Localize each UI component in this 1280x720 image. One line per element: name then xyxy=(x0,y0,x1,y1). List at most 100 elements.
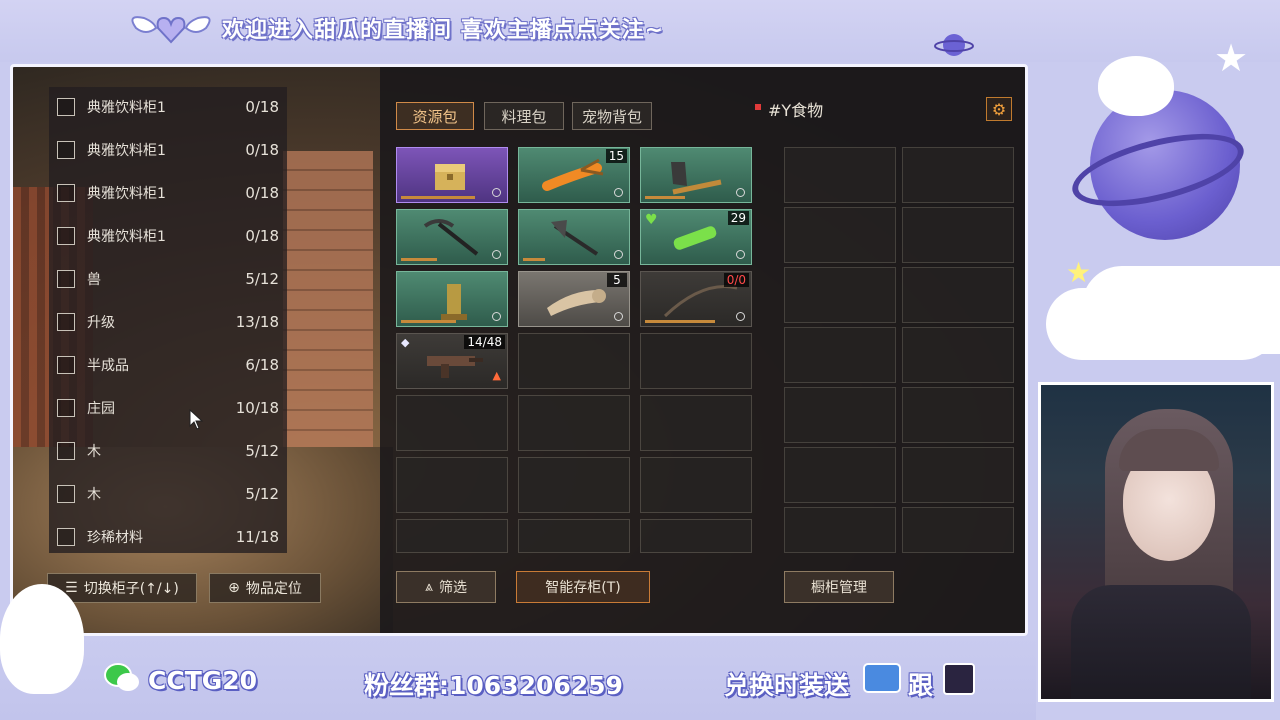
storage-slot[interactable] xyxy=(784,207,896,263)
empty-slot[interactable] xyxy=(518,519,630,553)
webcam-bangs xyxy=(1119,429,1219,471)
empty-slot[interactable] xyxy=(396,457,508,513)
storage-slot[interactable] xyxy=(784,147,896,203)
storage-row[interactable]: 典雅饮料柜1 0/18 xyxy=(49,87,287,127)
syringe-icon xyxy=(673,226,717,250)
cabinet-manage-button[interactable]: 橱柜管理 xyxy=(784,571,894,603)
empty-slot[interactable] xyxy=(640,457,752,513)
locate-item-button[interactable]: ⊕ 物品定位 xyxy=(209,573,321,603)
small-planet-icon xyxy=(934,34,974,56)
star-icon: ★ xyxy=(1214,36,1249,80)
item-slot[interactable]: ◆ ▲ 14/48 xyxy=(396,333,508,389)
item-slot[interactable]: 0/0 xyxy=(640,271,752,327)
storage-slot[interactable] xyxy=(902,207,1014,263)
durability-bar xyxy=(645,320,715,323)
empty-slot[interactable] xyxy=(396,395,508,451)
storage-slot[interactable] xyxy=(902,267,1014,323)
tab-cooking-pack[interactable]: 料理包 xyxy=(484,102,564,130)
costume-icon xyxy=(863,663,901,693)
storage-slot[interactable] xyxy=(902,507,1014,553)
storage-slot[interactable] xyxy=(784,507,896,553)
item-slot[interactable]: ♥ 29 xyxy=(640,209,752,265)
row-checkbox[interactable] xyxy=(57,399,75,417)
row-checkbox[interactable] xyxy=(57,356,75,374)
item-count: 29 xyxy=(727,211,749,225)
streamer-webcam xyxy=(1038,382,1274,702)
row-count: 11/18 xyxy=(235,528,279,546)
row-checkbox[interactable] xyxy=(57,227,75,245)
cloth-roll-icon xyxy=(547,289,606,316)
timer-icon xyxy=(614,312,623,321)
empty-slot[interactable] xyxy=(518,395,630,451)
cloud-decoration xyxy=(1046,288,1278,360)
storage-slot[interactable] xyxy=(784,267,896,323)
storage-row[interactable]: 典雅饮料柜1 0/18 xyxy=(49,173,287,213)
storage-row[interactable]: 典雅饮料柜1 0/18 xyxy=(49,130,287,170)
tab-pet-bag[interactable]: 宠物背包 xyxy=(572,102,652,130)
target-icon: ⊕ xyxy=(228,580,240,596)
item-slot[interactable] xyxy=(396,147,508,203)
tab-resource-pack[interactable]: 资源包 xyxy=(396,102,474,130)
empty-slot[interactable] xyxy=(640,519,752,553)
storage-slot[interactable] xyxy=(902,447,1014,503)
row-name: 兽 xyxy=(87,272,101,288)
empty-slot[interactable] xyxy=(518,333,630,389)
row-count: 6/18 xyxy=(245,356,279,374)
storage-slot[interactable] xyxy=(784,447,896,503)
gear-icon: ⚙ xyxy=(991,99,1007,119)
bunny-decoration xyxy=(0,584,84,694)
item-count: 14/48 xyxy=(464,335,505,349)
row-checkbox[interactable] xyxy=(57,528,75,546)
storage-row[interactable]: 木 5/12 xyxy=(49,431,287,471)
storage-row[interactable]: 兽 5/12 xyxy=(49,259,287,299)
row-checkbox[interactable] xyxy=(57,485,75,503)
empty-slot[interactable] xyxy=(518,457,630,513)
item-slot[interactable]: 15 xyxy=(518,147,630,203)
row-checkbox[interactable] xyxy=(57,184,75,202)
storage-slot[interactable] xyxy=(902,327,1014,383)
storage-row[interactable]: 珍稀材料 11/18 xyxy=(49,517,287,557)
storage-row[interactable]: 升级 13/18 xyxy=(49,302,287,342)
item-slot[interactable] xyxy=(640,147,752,203)
storage-row[interactable]: 典雅饮料柜1 0/18 xyxy=(49,216,287,256)
row-name: 典雅饮料柜1 xyxy=(87,186,166,202)
welcome-banner-text: 欢迎进入甜瓜的直播间 喜欢主播点点关注~ xyxy=(222,18,665,43)
item-slot[interactable] xyxy=(396,271,508,327)
row-checkbox[interactable] xyxy=(57,270,75,288)
battle-axe-icon xyxy=(551,220,599,256)
row-name: 典雅饮料柜1 xyxy=(87,100,166,116)
row-checkbox[interactable] xyxy=(57,313,75,331)
storage-slot[interactable] xyxy=(784,327,896,383)
filter-button[interactable]: ⩓ 筛选 xyxy=(396,571,496,603)
fire-icon: ▲ xyxy=(492,369,501,382)
item-slot[interactable] xyxy=(518,209,630,265)
lamp-post-icon xyxy=(441,284,467,320)
fan-group-number: 粉丝群:1063206259 xyxy=(364,671,623,700)
timer-icon xyxy=(736,188,745,197)
storage-slot[interactable] xyxy=(902,147,1014,203)
row-checkbox[interactable] xyxy=(57,98,75,116)
empty-slot[interactable] xyxy=(396,519,508,553)
row-count: 5/12 xyxy=(245,442,279,460)
row-checkbox[interactable] xyxy=(57,442,75,460)
item-slot[interactable] xyxy=(396,209,508,265)
storage-row[interactable]: 木 5/12 xyxy=(49,474,287,514)
row-name: 木 xyxy=(87,487,101,503)
row-checkbox[interactable] xyxy=(57,141,75,159)
background-brick-pillar xyxy=(283,151,373,451)
empty-slot[interactable] xyxy=(640,395,752,451)
row-count: 0/18 xyxy=(245,141,279,159)
storage-row[interactable]: 庄园 10/18 xyxy=(49,388,287,428)
smart-store-button[interactable]: 智能存柜(T) xyxy=(516,571,650,603)
diamond-icon: ◆ xyxy=(401,336,410,349)
bunny-decoration xyxy=(1098,56,1174,116)
storage-row[interactable]: 半成品 6/18 xyxy=(49,345,287,385)
storage-slot[interactable] xyxy=(784,387,896,443)
item-slot[interactable]: 5 xyxy=(518,271,630,327)
empty-slot[interactable] xyxy=(640,333,752,389)
row-count: 5/12 xyxy=(245,270,279,288)
locate-item-label: 物品定位 xyxy=(245,581,302,597)
storage-settings-button[interactable]: ⚙ xyxy=(986,97,1012,121)
storage-slot[interactable] xyxy=(902,387,1014,443)
row-count: 0/18 xyxy=(245,184,279,202)
